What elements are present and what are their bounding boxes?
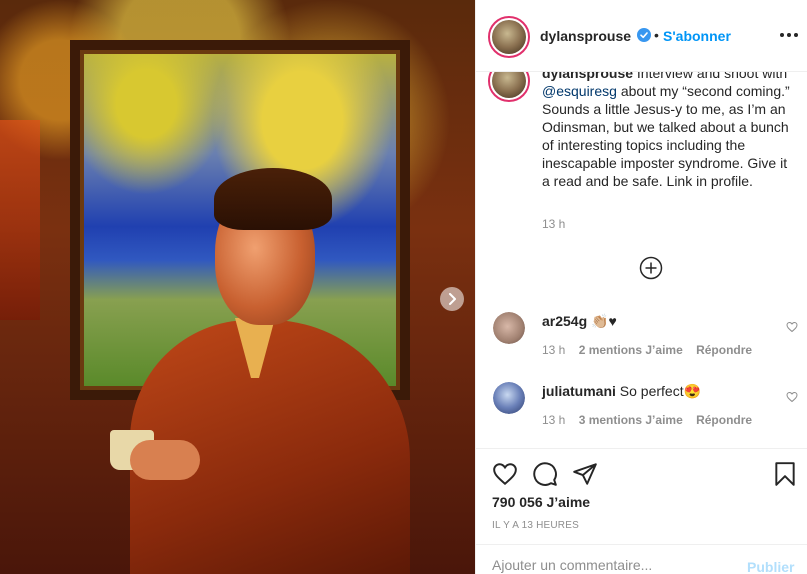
comment-time: 13 h — [542, 413, 566, 427]
comment-time: 13 h — [542, 343, 566, 357]
verified-icon — [637, 28, 651, 42]
more-icon[interactable] — [780, 33, 798, 37]
likes-count[interactable]: 790 056 J’aime — [492, 494, 590, 510]
caption-username[interactable]: dylansprouse — [542, 72, 633, 81]
header-avatar[interactable] — [488, 16, 530, 58]
comment-meta: 13 h 3 mentions J’aime Répondre — [542, 413, 752, 427]
heart-icon[interactable] — [492, 461, 518, 487]
comment-item: juliatumani So perfect😍 13 h 3 mentions … — [476, 380, 807, 436]
comment-text: So perfect😍 — [619, 383, 702, 399]
caption-avatar[interactable] — [488, 72, 530, 102]
heart-icon[interactable] — [786, 321, 798, 333]
photo-light — [0, 120, 40, 320]
comment-composer: Publier — [476, 544, 807, 574]
reply-button[interactable]: Répondre — [696, 413, 752, 427]
reply-button[interactable]: Répondre — [696, 343, 752, 357]
comment-avatar[interactable] — [493, 382, 525, 414]
caption-prefix: with — [762, 72, 788, 81]
publish-button[interactable]: Publier — [747, 559, 794, 574]
heart-icon[interactable] — [786, 391, 798, 403]
posted-time: IL Y A 13 HEURES — [492, 520, 579, 531]
comment-meta: 13 h 2 mentions J’aime Répondre — [542, 343, 752, 357]
next-photo-button[interactable] — [440, 287, 464, 311]
comment-likes[interactable]: 3 mentions J’aime — [579, 413, 683, 427]
follow-button[interactable]: S'abonner — [663, 28, 731, 44]
comments-area[interactable]: dylansprouse Interview and shoot with @e… — [476, 72, 807, 448]
comment-item: ar254g 👏🏼♥ 13 h 2 mentions J’aime Répond… — [476, 310, 807, 366]
header-username[interactable]: dylansprouse — [540, 28, 631, 44]
comment-icon[interactable] — [532, 461, 558, 487]
photo-figure-hair — [214, 168, 332, 230]
comment-input[interactable] — [492, 557, 722, 573]
comment-username[interactable]: juliatumani — [542, 383, 616, 399]
caption-time: 13 h — [542, 217, 566, 231]
post-panel: dylansprouse • S'abonner dylansprouse In… — [475, 0, 807, 574]
caption-mention[interactable]: @esquiresg — [542, 83, 617, 99]
caption-line1: Interview and shoot — [636, 72, 759, 81]
header-separator: • — [654, 27, 659, 43]
plus-circle-icon[interactable] — [639, 256, 663, 280]
bookmark-icon[interactable] — [772, 461, 798, 487]
action-bar: 790 056 J’aime IL Y A 13 HEURES Publier — [476, 448, 807, 574]
post-header: dylansprouse • S'abonner — [476, 0, 807, 72]
chevron-right-icon — [449, 293, 456, 305]
photo-hand — [130, 440, 200, 480]
comment-likes[interactable]: 2 mentions J’aime — [579, 343, 683, 357]
post-caption: dylansprouse Interview and shoot with @e… — [542, 72, 797, 190]
comment-avatar[interactable] — [493, 312, 525, 344]
post-photo[interactable] — [0, 0, 475, 574]
share-icon[interactable] — [572, 461, 598, 487]
comment-username[interactable]: ar254g — [542, 313, 587, 329]
comment-text: 👏🏼♥ — [591, 313, 617, 329]
